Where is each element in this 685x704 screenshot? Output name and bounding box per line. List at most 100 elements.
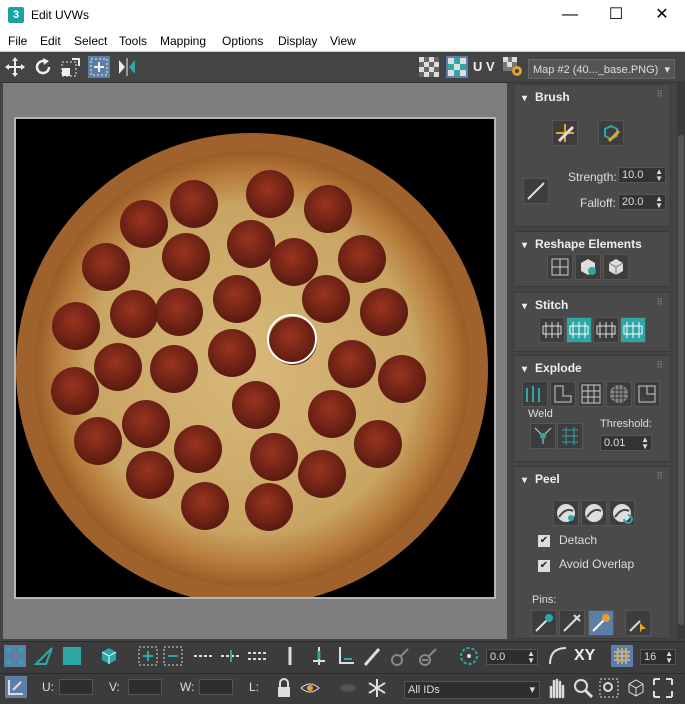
spinner-arrows-icon[interactable]: ▲ ▼ (655, 195, 663, 210)
brush-rollout-title[interactable]: Brush (522, 90, 570, 104)
spinner-arrows-icon[interactable]: ▲ ▼ (527, 650, 535, 665)
flatten-by-material-id-icon[interactable] (634, 381, 660, 407)
reset-peel-icon[interactable] (609, 500, 635, 526)
show-hidden-icon[interactable] (337, 677, 359, 699)
scale-icon[interactable] (60, 56, 82, 78)
map-selector[interactable]: Map #2 (40..._base.PNG) ▾ (528, 59, 675, 79)
ring-shrink-icon[interactable] (308, 645, 330, 667)
stitch-average-icon[interactable] (593, 317, 619, 343)
w-field[interactable] (199, 679, 233, 695)
material-id-filter[interactable]: All IDs ▾ (404, 681, 540, 699)
menu-options[interactable]: Options (222, 34, 263, 48)
flatten-by-polygon-icon[interactable] (578, 381, 604, 407)
paint-move-icon[interactable] (552, 120, 578, 146)
break-icon[interactable] (522, 381, 548, 407)
zoom-icon[interactable] (572, 677, 594, 699)
pin-selected-icon[interactable] (531, 610, 557, 636)
relax-icon[interactable] (603, 254, 629, 280)
element-mode-icon[interactable] (98, 645, 120, 667)
loop-icon[interactable] (193, 645, 215, 667)
rotate-icon[interactable] (32, 56, 54, 78)
mirror-icon[interactable] (116, 56, 138, 78)
paint-select-grow-icon[interactable] (389, 645, 411, 667)
weld-selected-icon[interactable] (530, 423, 556, 449)
paint-select-icon[interactable] (361, 645, 383, 667)
minimize-button[interactable]: — (547, 0, 593, 30)
pan-icon[interactable] (545, 677, 567, 699)
close-button[interactable]: ✕ (639, 0, 685, 30)
vertex-mode-icon[interactable] (4, 645, 26, 667)
zoom-selected-icon[interactable] (652, 677, 674, 699)
explode-rollout-title[interactable]: Explode (522, 361, 582, 375)
select-pins-icon[interactable] (625, 610, 651, 636)
stitch-to-source-icon[interactable] (566, 317, 592, 343)
grid-size-field[interactable]: 16 ▲ ▼ (640, 649, 676, 665)
paint-select-shrink-icon[interactable] (417, 645, 439, 667)
shrink-selection-icon[interactable] (162, 645, 184, 667)
falloff-spinner[interactable]: 20.0 ▲ ▼ (618, 194, 666, 210)
u-field[interactable] (59, 679, 93, 695)
rotate-angle-icon[interactable] (458, 645, 480, 667)
threshold-spinner[interactable]: 0.01 ▲ ▼ (600, 435, 652, 451)
chevron-down-icon: ▾ (664, 64, 670, 76)
menu-view[interactable]: View (330, 34, 356, 48)
freeform-icon[interactable] (88, 56, 110, 78)
select-by-element-icon[interactable] (335, 645, 357, 667)
show-map-icon[interactable] (446, 56, 468, 78)
peel-rollout-title[interactable]: Peel (522, 472, 560, 486)
xy-toggle[interactable]: XY (574, 647, 595, 665)
move-icon[interactable] (4, 56, 26, 78)
spinner-arrows-icon[interactable]: ▲ ▼ (665, 650, 673, 665)
menu-file[interactable]: File (8, 34, 27, 48)
flatten-by-smoothing-group-icon[interactable] (606, 381, 632, 407)
texture-settings-icon[interactable] (502, 56, 524, 78)
menu-select[interactable]: Select (74, 34, 107, 48)
stitch-to-target-icon[interactable] (620, 317, 646, 343)
avoid-overlap-checkbox[interactable]: ✔ (538, 560, 550, 572)
quick-peel-icon[interactable] (553, 500, 579, 526)
relax-until-flat-icon[interactable] (575, 254, 601, 280)
peel-mode-icon[interactable] (581, 500, 607, 526)
polygon-mode-icon[interactable] (61, 645, 83, 667)
freeze-icon[interactable] (366, 677, 388, 699)
menu-display[interactable]: Display (278, 34, 317, 48)
menu-edit[interactable]: Edit (40, 34, 61, 48)
stitch-custom-icon[interactable] (539, 317, 565, 343)
auto-pin-moved-icon[interactable] (588, 610, 614, 636)
unpin-selected-icon[interactable] (559, 610, 585, 636)
v-field[interactable] (128, 679, 162, 695)
avoid-overlap-label: Avoid Overlap (559, 557, 635, 571)
weld-all-selected-icon[interactable] (557, 423, 583, 449)
zoom-extents-icon[interactable] (625, 677, 647, 699)
explode-to-islands-icon[interactable] (550, 381, 576, 407)
checker-icon[interactable] (418, 56, 440, 78)
material-id-value: All IDs (408, 684, 440, 696)
curve-icon[interactable] (547, 645, 569, 667)
hide-icon[interactable] (299, 677, 321, 699)
maximize-button[interactable]: ☐ (593, 0, 639, 30)
edge-mode-icon[interactable] (33, 645, 55, 667)
detach-checkbox[interactable]: ✔ (538, 535, 550, 547)
lock-icon[interactable] (273, 677, 295, 699)
uv-toggle[interactable]: U V (473, 56, 495, 78)
spinner-arrows-icon[interactable]: ▲ ▼ (655, 168, 663, 183)
grow-selection-icon[interactable] (137, 645, 159, 667)
relax-brush-icon[interactable] (598, 120, 624, 146)
loop-grow-icon[interactable] (220, 645, 242, 667)
grid-snap-icon[interactable] (611, 645, 633, 667)
strength-spinner[interactable]: 10.0 ▲ ▼ (618, 167, 666, 183)
panel-scroll-thumb[interactable] (678, 135, 684, 625)
absolute-offset-icon[interactable] (5, 676, 27, 698)
zoom-region-icon[interactable] (598, 677, 620, 699)
menu-mapping[interactable]: Mapping (160, 34, 206, 48)
menu-tools[interactable]: Tools (119, 34, 147, 48)
straighten-icon[interactable] (547, 254, 573, 280)
rotate-angle-field[interactable]: 0.0 ▲ ▼ (486, 649, 538, 665)
uv-canvas[interactable] (14, 117, 496, 599)
reshape-rollout-title[interactable]: Reshape Elements (522, 237, 642, 251)
stitch-rollout-title[interactable]: Stitch (522, 298, 568, 312)
brush-falloff-icon[interactable] (523, 178, 549, 204)
ring-icon[interactable] (247, 645, 269, 667)
ring-grow-icon[interactable] (279, 645, 301, 667)
spinner-arrows-icon[interactable]: ▲ ▼ (641, 436, 649, 451)
